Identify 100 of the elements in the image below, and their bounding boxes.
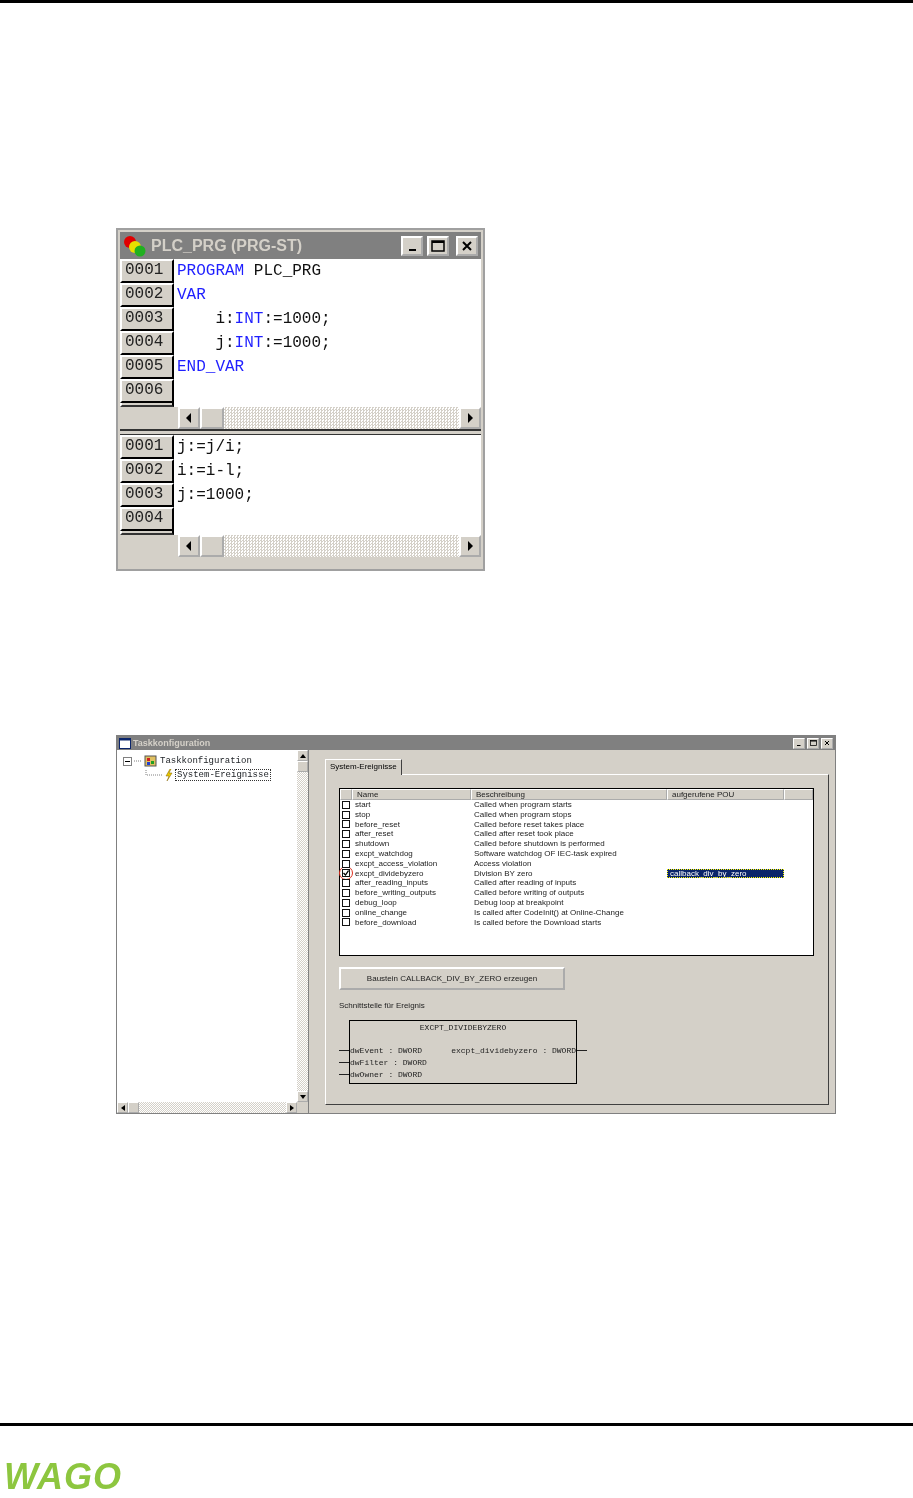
maximize-icon: [431, 239, 445, 252]
line-number: 0002: [120, 283, 174, 307]
right-arrow-icon: [289, 1104, 294, 1111]
gutter-panel: [120, 403, 174, 407]
close-button[interactable]: [456, 235, 478, 256]
close-icon: [824, 740, 830, 746]
table-cell-text: shutdown: [354, 839, 391, 849]
checkbox[interactable]: [342, 908, 350, 917]
scroll-left-button[interactable]: [117, 1102, 128, 1113]
line-number: 0006: [120, 379, 174, 403]
circles-icon: [123, 234, 147, 257]
left-arrow-icon: [185, 541, 193, 551]
checkbox[interactable]: [342, 918, 350, 927]
checkbox[interactable]: [342, 820, 350, 829]
checkbox[interactable]: [342, 889, 350, 898]
table-cell-text: Called after reset took place: [473, 829, 575, 840]
table-cell[interactable]: callback_div_by_zero: [667, 868, 784, 879]
logo: WAGO: [4, 1459, 123, 1495]
table-cell-text: Called before writing of outputs: [473, 888, 586, 898]
checkbox[interactable]: [342, 849, 350, 858]
pin-label: excpt_dividebyzero : DWORD: [451, 1045, 576, 1055]
scroll-left-button[interactable]: [178, 535, 200, 557]
code-line: j:=j/i;: [176, 437, 245, 458]
code-line: VAR: [176, 285, 206, 306]
table-cell-text: excpt_access_violation: [354, 858, 439, 869]
line-number: 0004: [120, 331, 174, 355]
table-cell-text: Called before shutdown is performed: [473, 839, 606, 849]
minimize-icon: [408, 248, 416, 251]
gutter-panel: [120, 531, 174, 535]
checkbox[interactable]: [342, 859, 350, 868]
splitter[interactable]: [120, 429, 481, 435]
table-cell-text: excpt_watchdog: [354, 849, 414, 859]
maximize-button[interactable]: [807, 737, 819, 749]
scroll-thumb[interactable]: [297, 761, 308, 772]
table-cell-text: before_writing_outputs: [354, 888, 437, 898]
scroll-thumb[interactable]: [128, 1102, 139, 1113]
table-cell-text: stop: [354, 809, 372, 820]
pin-line: [577, 1050, 587, 1051]
up-arrow-icon: [299, 753, 306, 758]
checkbox[interactable]: [342, 898, 350, 907]
section-label: Schnittstelle für Ereignis: [339, 1001, 426, 1010]
table-cell-text: before_reset: [354, 819, 401, 830]
table-cell-text: excpt_dividebyzero: [354, 868, 425, 879]
column-header[interactable]: Name: [352, 789, 471, 800]
tree-item[interactable]: Taskkonfiguration: [159, 756, 253, 766]
table-cell-text: Called when program stops: [473, 809, 573, 820]
scroll-right-button[interactable]: [459, 407, 481, 429]
window-title: PLC_PRG (PRG-ST): [151, 236, 303, 255]
table-cell-text: debug_loop: [354, 897, 398, 908]
table-cell-text: Called when program starts: [473, 800, 573, 810]
code-line: i:=i-l;: [176, 461, 245, 482]
checkbox[interactable]: [342, 869, 350, 878]
pin-line: [339, 1074, 349, 1075]
pin-label: dwOwner : DWORD: [350, 1069, 422, 1079]
right-arrow-icon: [466, 413, 474, 423]
pin-line: [339, 1050, 349, 1051]
maximize-button[interactable]: [427, 235, 449, 256]
table-cell-text: before_download: [354, 917, 418, 928]
checkbox[interactable]: [342, 810, 350, 819]
pin-label: dwFilter : DWORD: [350, 1057, 427, 1067]
line-number: 0005: [120, 355, 174, 379]
table-cell-text: start: [354, 800, 372, 810]
scroll-thumb[interactable]: [200, 407, 224, 429]
column-header[interactable]: aufgerufene POU: [667, 789, 784, 800]
window-title: Taskkonfiguration: [133, 738, 211, 748]
table-cell-text: Division BY zero: [473, 868, 534, 879]
checkbox[interactable]: [342, 840, 350, 849]
collapse-icon[interactable]: [123, 756, 132, 766]
tree-item[interactable]: System-Ereignisse: [175, 769, 271, 781]
column-header[interactable]: Beschreibung: [471, 789, 667, 800]
scroll-down-button[interactable]: [297, 1091, 308, 1102]
block-title: EXCPT_DIVIDEBYZERO: [418, 1023, 508, 1032]
line-number: 0003: [120, 483, 174, 507]
table-cell-text: Access violation: [473, 858, 533, 869]
code-line: j:INT:=1000;: [214, 333, 331, 354]
checkbox[interactable]: [342, 830, 350, 839]
minimize-button[interactable]: [793, 737, 805, 749]
close-icon: [461, 239, 473, 252]
code-line: PROGRAM PLC_PRG: [176, 261, 322, 282]
line-number: 0001: [120, 259, 174, 283]
close-button[interactable]: [821, 737, 833, 749]
table-cell-text: Called before reset takes place: [473, 819, 586, 830]
create-button[interactable]: Baustein CALLBACK_DIV_BY_ZERO erzeugen: [339, 967, 565, 990]
left-arrow-icon: [120, 1104, 125, 1111]
table-cell-text: Is called before the Download starts: [473, 917, 603, 928]
scroll-left-button[interactable]: [178, 407, 200, 429]
right-arrow-icon: [466, 541, 474, 551]
table-cell-text: online_change: [354, 907, 409, 918]
scroll-up-button[interactable]: [297, 750, 308, 761]
code-line: j:=1000;: [176, 485, 254, 506]
pin-line: [339, 1062, 349, 1063]
checkbox[interactable]: [342, 879, 350, 888]
scroll-right-button[interactable]: [459, 535, 481, 557]
code-line: END_VAR: [176, 357, 245, 378]
tab[interactable]: System-Ereignisse: [325, 759, 402, 775]
minimize-button[interactable]: [401, 235, 423, 256]
table-cell-text: Is called after CodeInit() at Online-Change: [473, 907, 625, 918]
checkbox[interactable]: [342, 800, 350, 809]
scroll-thumb[interactable]: [200, 535, 224, 557]
scroll-right-button[interactable]: [286, 1102, 297, 1113]
